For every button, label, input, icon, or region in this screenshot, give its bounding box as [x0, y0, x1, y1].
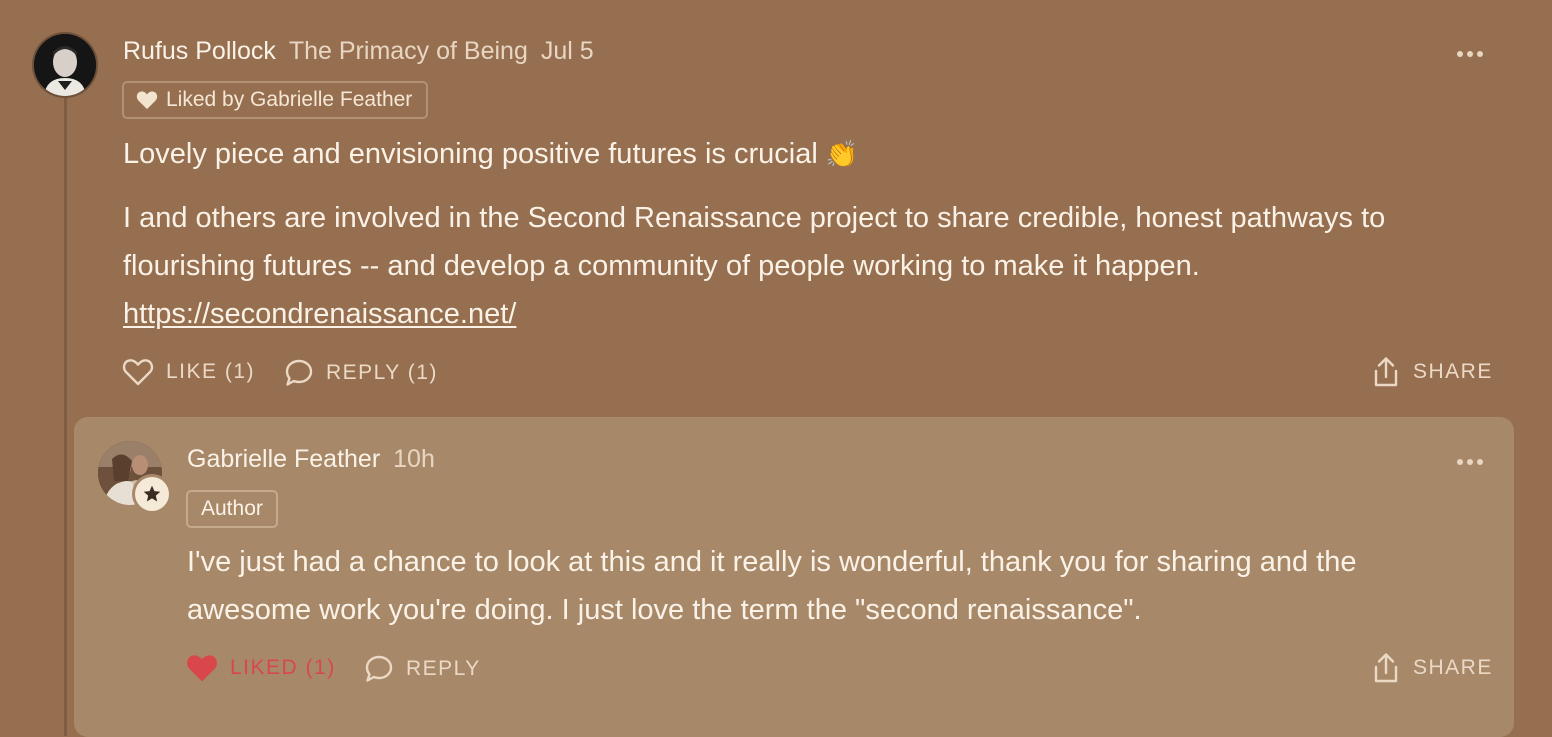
author-name[interactable]: Rufus Pollock — [123, 37, 276, 66]
comment-paragraph: I and others are involved in the Second … — [123, 194, 1513, 338]
liked-by-label: Liked by Gabrielle Feather — [166, 88, 413, 111]
dot-icon — [1457, 51, 1463, 57]
share-label: SHARE — [1413, 656, 1493, 679]
dot-icon — [1467, 51, 1473, 57]
more-options-button[interactable] — [1457, 45, 1483, 63]
dot-icon — [1477, 459, 1483, 465]
chat-bubble-icon — [365, 655, 393, 682]
reply-header: Gabrielle Feather 10h — [187, 445, 435, 474]
author-badge: Author — [186, 490, 278, 528]
share-label: SHARE — [1413, 360, 1493, 383]
reply-button[interactable]: REPLY — [364, 654, 481, 684]
external-link[interactable]: https://secondrenaissance.net/ — [123, 298, 516, 330]
liked-label: LIKED (1) — [230, 656, 336, 679]
liked-button[interactable]: LIKED (1) — [186, 654, 336, 682]
share-button[interactable]: SHARE — [1371, 652, 1493, 684]
reply-button[interactable]: REPLY (1) — [284, 358, 438, 388]
liked-by-badge: Liked by Gabrielle Feather — [122, 81, 429, 119]
author-badge-label: Author — [201, 497, 263, 520]
share-icon — [1374, 357, 1398, 387]
reply-text: I've just had a chance to look at this a… — [187, 546, 1357, 626]
author-star-badge — [135, 477, 169, 511]
dot-icon — [1467, 459, 1473, 465]
chat-bubble-icon — [285, 359, 313, 386]
avatar[interactable] — [34, 34, 96, 96]
dot-icon — [1457, 459, 1463, 465]
comment-text: Lovely piece and envisioning positive fu… — [123, 138, 818, 170]
rufus-avatar-image — [34, 34, 96, 96]
heart-filled-icon — [136, 91, 158, 110]
heart-filled-icon — [187, 655, 217, 681]
comment-text: I and others are involved in the Second … — [123, 202, 1386, 282]
heart-outline-icon — [122, 359, 154, 386]
like-button[interactable]: LIKE (1) — [122, 358, 255, 386]
clapping-hands-emoji: 👏 — [825, 139, 859, 169]
share-button[interactable]: SHARE — [1371, 356, 1493, 388]
author-name[interactable]: Gabrielle Feather — [187, 445, 380, 474]
comment-paragraph: Lovely piece and envisioning positive fu… — [123, 130, 858, 178]
thread-line — [64, 96, 67, 736]
share-icon — [1374, 653, 1398, 683]
comment-date[interactable]: Jul 5 — [541, 37, 594, 66]
dot-icon — [1477, 51, 1483, 57]
like-label: LIKE (1) — [166, 360, 256, 383]
publication-name[interactable]: The Primacy of Being — [289, 37, 528, 66]
reply-time[interactable]: 10h — [393, 445, 435, 474]
reply-label: REPLY — [406, 657, 481, 680]
reply-label: REPLY (1) — [326, 361, 438, 384]
comment-header: Rufus Pollock The Primacy of Being Jul 5 — [123, 37, 594, 66]
more-options-button[interactable] — [1457, 453, 1483, 471]
star-icon — [143, 485, 161, 502]
